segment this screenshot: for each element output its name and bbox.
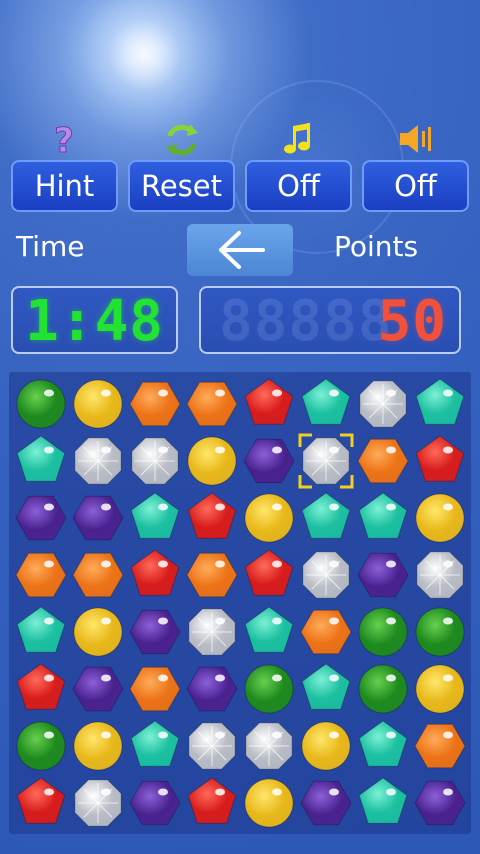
white-gem[interactable]: [70, 433, 126, 489]
green-gem[interactable]: [355, 604, 411, 660]
music-toggle-button[interactable]: Off: [245, 160, 352, 212]
red-gem[interactable]: [241, 376, 297, 432]
white-gem[interactable]: [298, 547, 354, 603]
yellow-gem[interactable]: [241, 775, 297, 831]
teal-gem[interactable]: [127, 490, 183, 546]
green-gem[interactable]: [13, 376, 69, 432]
yellow-gem[interactable]: [412, 661, 468, 717]
green-gem[interactable]: [13, 718, 69, 774]
purple-gem[interactable]: [127, 775, 183, 831]
selection-marker: [298, 433, 354, 489]
refresh-arrows-icon: [162, 118, 202, 160]
orange-gem[interactable]: [355, 433, 411, 489]
teal-gem[interactable]: [298, 376, 354, 432]
red-gem[interactable]: [184, 490, 240, 546]
teal-gem[interactable]: [412, 376, 468, 432]
purple-gem[interactable]: [127, 604, 183, 660]
time-label: Time: [16, 230, 85, 263]
yellow-gem[interactable]: [184, 433, 240, 489]
background-glow: [60, 0, 230, 140]
orange-gem[interactable]: [127, 661, 183, 717]
yellow-gem[interactable]: [412, 490, 468, 546]
sound-toggle-button[interactable]: Off: [362, 160, 469, 212]
teal-gem[interactable]: [298, 661, 354, 717]
question-mark-icon: ?: [44, 118, 84, 162]
hint-button[interactable]: Hint: [11, 160, 118, 212]
purple-gem[interactable]: [184, 661, 240, 717]
red-gem[interactable]: [127, 547, 183, 603]
purple-gem[interactable]: [298, 775, 354, 831]
white-gem[interactable]: [184, 604, 240, 660]
time-display: 1:48: [11, 286, 178, 354]
red-gem[interactable]: [241, 547, 297, 603]
teal-gem[interactable]: [355, 490, 411, 546]
yellow-gem[interactable]: [241, 490, 297, 546]
time-value: 1:48: [25, 289, 164, 354]
red-gem[interactable]: [13, 775, 69, 831]
teal-gem[interactable]: [298, 490, 354, 546]
points-value: 50: [377, 289, 447, 354]
game-board: [9, 372, 471, 834]
purple-gem[interactable]: [241, 433, 297, 489]
white-gem[interactable]: [412, 547, 468, 603]
teal-gem[interactable]: [13, 433, 69, 489]
orange-gem[interactable]: [70, 547, 126, 603]
yellow-gem[interactable]: [298, 718, 354, 774]
teal-gem[interactable]: [241, 604, 297, 660]
purple-gem[interactable]: [412, 775, 468, 831]
red-gem[interactable]: [412, 433, 468, 489]
yellow-gem[interactable]: [70, 376, 126, 432]
back-button[interactable]: [187, 224, 293, 276]
green-gem[interactable]: [412, 604, 468, 660]
orange-gem[interactable]: [184, 547, 240, 603]
orange-gem[interactable]: [13, 547, 69, 603]
teal-gem[interactable]: [127, 718, 183, 774]
reset-button[interactable]: Reset: [128, 160, 235, 212]
purple-gem[interactable]: [70, 490, 126, 546]
teal-gem[interactable]: [355, 775, 411, 831]
purple-gem[interactable]: [13, 490, 69, 546]
music-note-icon: [280, 118, 320, 160]
green-gem[interactable]: [355, 661, 411, 717]
yellow-gem[interactable]: [70, 604, 126, 660]
teal-gem[interactable]: [355, 718, 411, 774]
white-gem[interactable]: [355, 376, 411, 432]
green-gem[interactable]: [241, 661, 297, 717]
speaker-icon: [396, 118, 436, 160]
points-placeholder: 88888: [219, 289, 393, 354]
orange-gem[interactable]: [412, 718, 468, 774]
white-gem[interactable]: [127, 433, 183, 489]
orange-gem[interactable]: [298, 604, 354, 660]
white-gem[interactable]: [70, 775, 126, 831]
svg-text:?: ?: [54, 121, 74, 160]
purple-gem[interactable]: [355, 547, 411, 603]
arrow-left-icon: [219, 231, 265, 269]
red-gem[interactable]: [184, 775, 240, 831]
orange-gem[interactable]: [127, 376, 183, 432]
yellow-gem[interactable]: [70, 718, 126, 774]
orange-gem[interactable]: [184, 376, 240, 432]
white-gem[interactable]: [184, 718, 240, 774]
points-label: Points: [334, 230, 419, 263]
purple-gem[interactable]: [70, 661, 126, 717]
red-gem[interactable]: [13, 661, 69, 717]
teal-gem[interactable]: [13, 604, 69, 660]
points-display: 88888 50: [199, 286, 461, 354]
white-gem[interactable]: [241, 718, 297, 774]
